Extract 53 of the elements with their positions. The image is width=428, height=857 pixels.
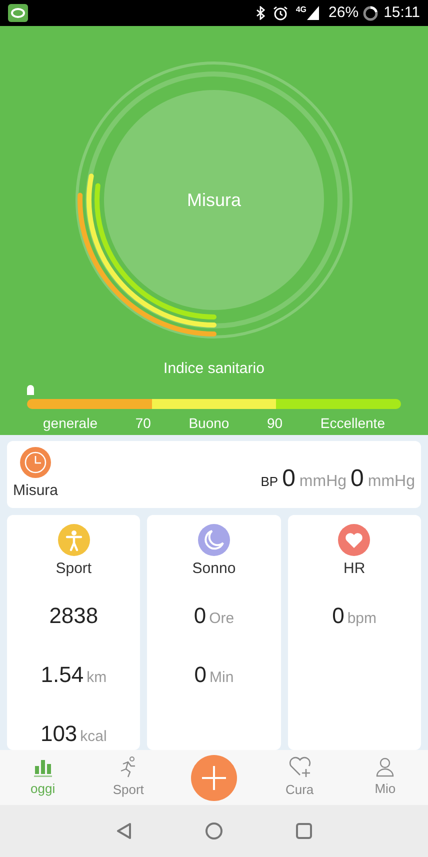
signal-icon — [306, 6, 319, 20]
nav-tab[interactable]: oggi — [0, 756, 86, 798]
unit-label: Min — [210, 668, 234, 688]
bluetooth-icon — [256, 6, 265, 20]
stat-card[interactable]: Sport 2838 1.54 km 103 kcal — [7, 515, 140, 750]
marker-pin — [27, 384, 34, 394]
battery-icon — [362, 6, 378, 20]
plus-icon — [200, 764, 227, 790]
stat-value: 2838 — [49, 602, 98, 630]
recents-icon[interactable] — [295, 822, 313, 840]
nav-tab[interactable]: Sport — [86, 756, 172, 800]
alarm-icon — [272, 6, 288, 20]
scale-label: 70 — [135, 414, 151, 432]
person-icon — [58, 524, 90, 556]
unit-label: km — [86, 668, 107, 688]
card-title: Sonno — [192, 559, 236, 579]
stat-card[interactable]: Sonno 0 Ore 0 Min — [147, 515, 281, 750]
card-title: HR — [343, 559, 366, 579]
moon-icon — [198, 524, 230, 556]
app-icon — [8, 4, 28, 22]
scale-label: generale — [43, 414, 98, 433]
card-title: Sport — [56, 559, 92, 579]
stat-value: 1.54 — [40, 660, 84, 688]
unit-label: Ore — [209, 608, 234, 628]
heart-plus-icon — [288, 756, 312, 778]
battery-percent: 26% — [328, 2, 359, 23]
stat-value: 0 — [194, 660, 207, 688]
bp-label: BP — [260, 473, 278, 491]
index-title: Indice sanitario — [164, 359, 264, 379]
home-icon[interactable] — [205, 822, 223, 840]
stat-value: 0 — [332, 602, 344, 630]
person-icon — [375, 756, 396, 777]
clock-icon[interactable] — [20, 446, 51, 478]
back-icon[interactable] — [115, 822, 133, 840]
clock-time: 15:11 — [384, 2, 420, 23]
stat-value: 103 — [40, 720, 78, 748]
card-title: Misura — [13, 480, 58, 500]
network-type: 4G — [296, 4, 307, 16]
bp-value: 0 — [350, 467, 364, 491]
nav-tab[interactable]: Cura — [256, 756, 342, 800]
measure-button[interactable]: Misura — [104, 90, 324, 310]
nav-tab[interactable]: Mio — [342, 756, 428, 798]
scale-label: Eccellente — [320, 414, 385, 432]
unit-label: mmHg — [368, 472, 415, 492]
stat-card[interactable]: HR 0 bpm — [288, 515, 421, 750]
scale-label: Buono — [188, 414, 230, 432]
unit-label: mmHg — [299, 472, 347, 492]
unit-label: bpm — [347, 608, 377, 628]
unit-label: kcal — [80, 726, 107, 746]
bp-value: 0 — [282, 467, 296, 491]
scale-label: 90 — [267, 414, 283, 432]
stat-value: 0 — [194, 602, 206, 630]
add-button[interactable] — [190, 754, 237, 800]
